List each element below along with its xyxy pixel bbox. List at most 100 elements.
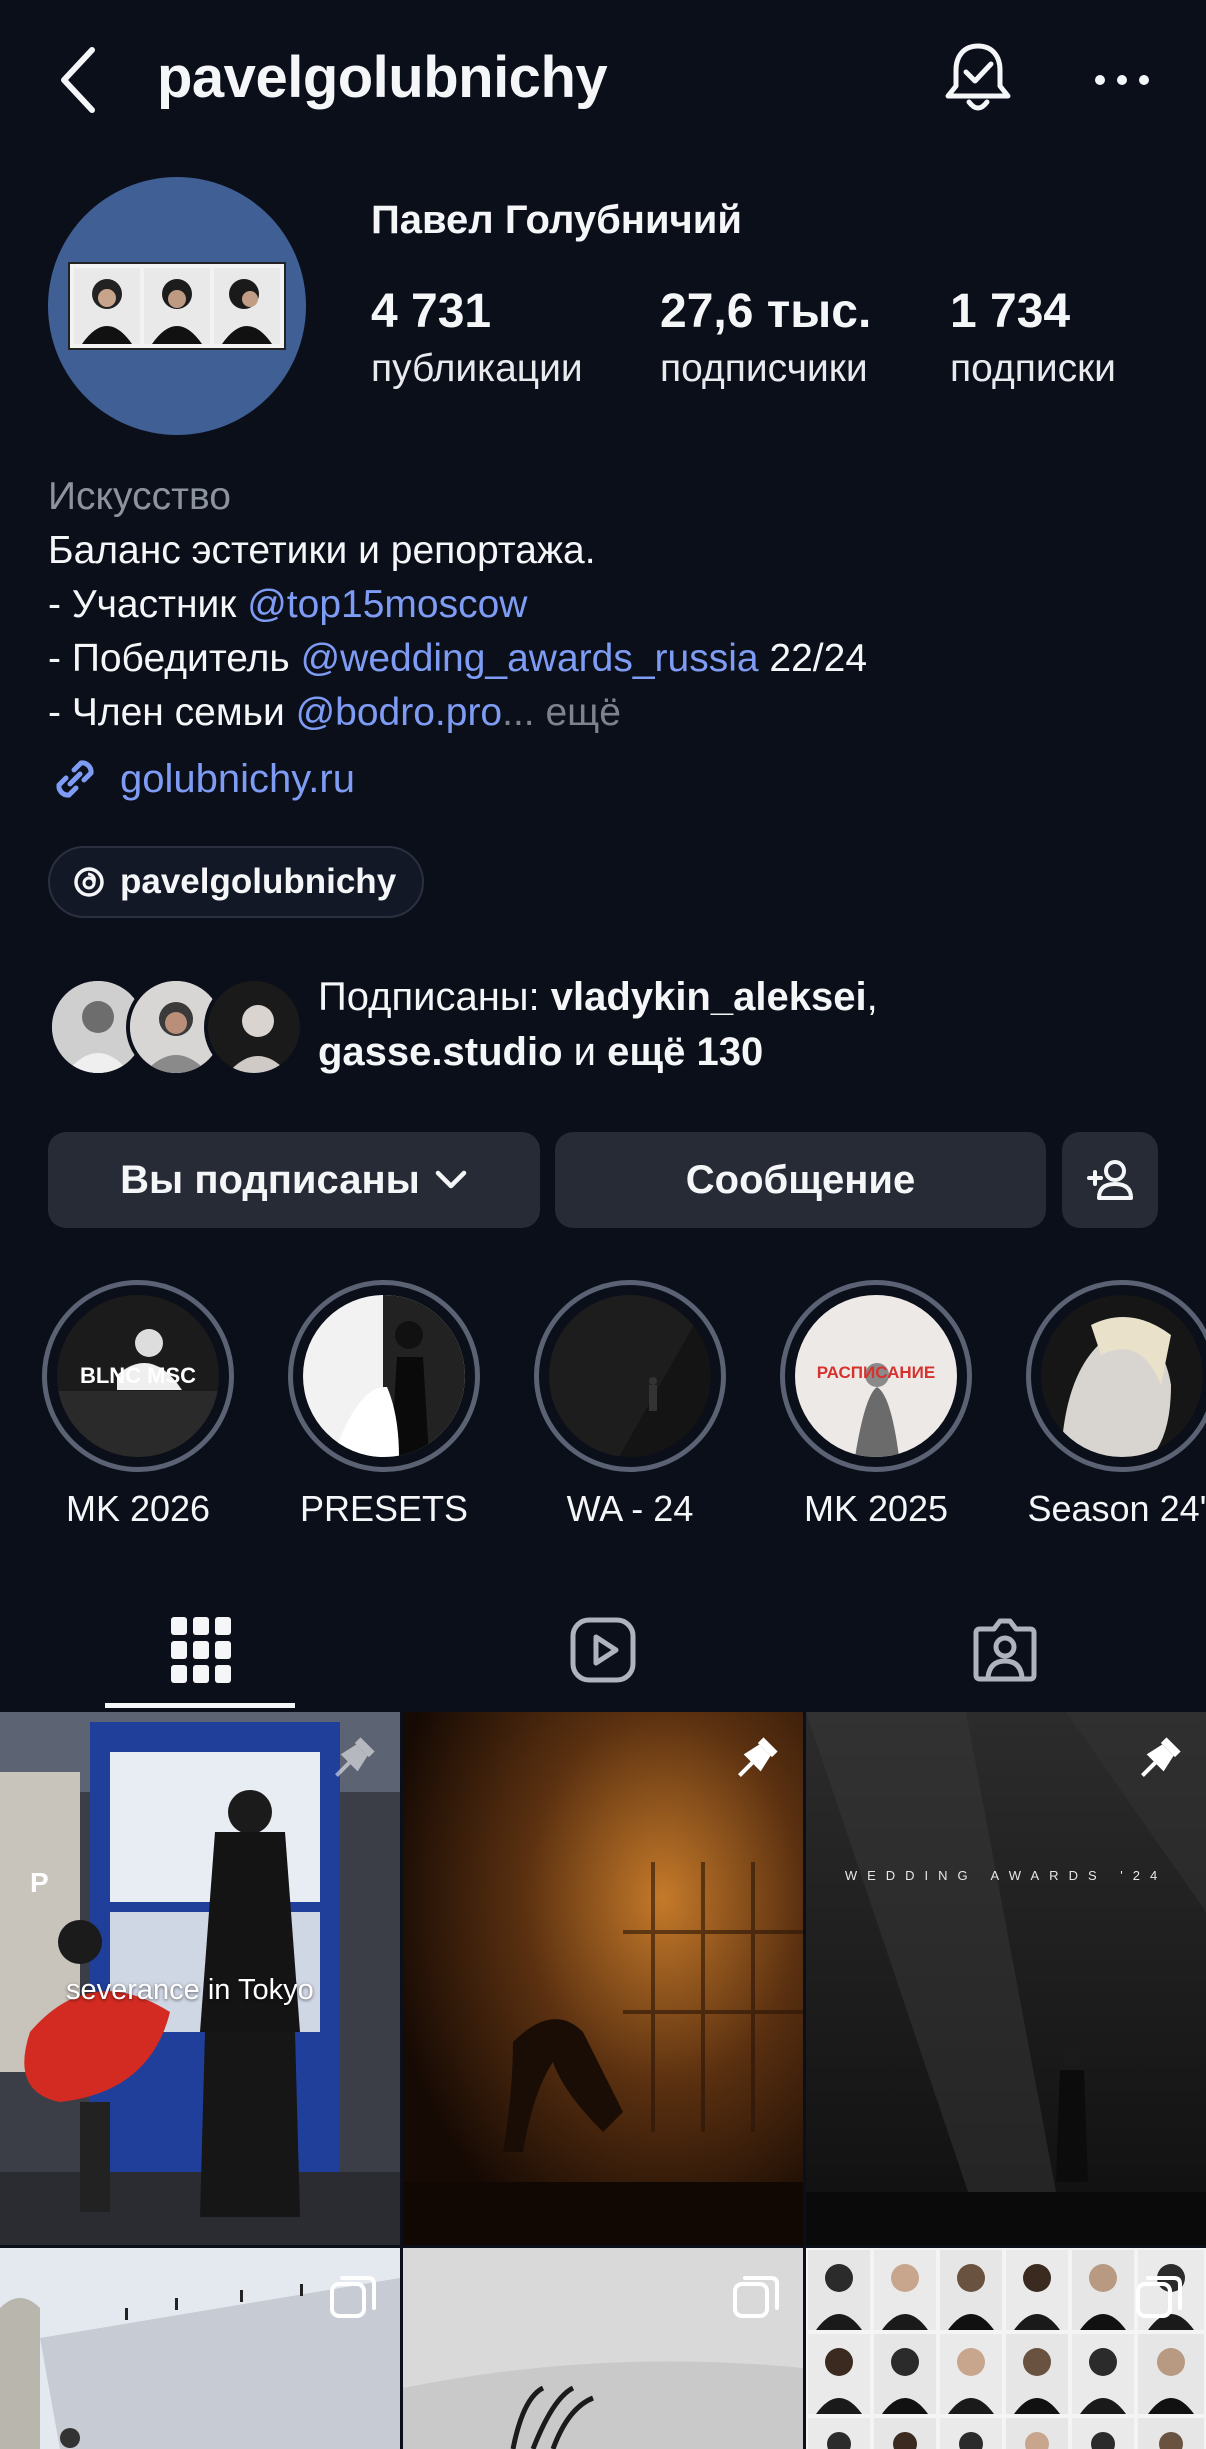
post-caption: severance in Tokyo [66,1974,314,2006]
mention-link[interactable]: @wedding_awards_russia [301,637,759,680]
highlight-ring [288,1280,480,1472]
stat-label: подписчики [660,347,868,390]
multiple-photos-icon [1134,2272,1184,2327]
threads-badge[interactable]: pavelgolubnichy [48,846,425,918]
highlight-cover [1041,1295,1203,1457]
bio-text: - Участник [48,583,248,626]
add-person-icon [1087,1160,1133,1200]
bell-check-icon [945,43,1011,111]
avatar [204,977,304,1077]
stat-label: подписки [950,347,1116,390]
chevron-down-icon [435,1170,467,1189]
stat-value: 27,6 тыс. [660,285,872,338]
highlight-label: MK 2025 [803,1488,949,1529]
separator: , [866,975,878,1019]
highlight-badge: РАСПИСАНИЕ [816,1363,936,1382]
highlight-ring [534,1280,726,1472]
highlight-cover: BLNC MSC [57,1295,219,1457]
post-thumbnail[interactable] [403,2248,803,2449]
post-thumbnail[interactable] [0,2248,400,2449]
multiple-photos-icon [328,2272,378,2327]
multiple-photos-icon [731,2272,781,2327]
pin-icon [1132,1734,1184,1791]
reels-play-icon [570,1617,636,1683]
highlight-badge: BLNC MSC [79,1363,197,1388]
mention-link[interactable]: @top15moscow [247,583,527,626]
stat-label: публикации [371,347,583,390]
stat-value: 4 731 [371,285,492,338]
svg-text:P: P [30,1867,49,1898]
bio-more-button[interactable]: ... ещё [502,691,621,734]
highlight-item[interactable]: WA - 24 [530,1280,730,1530]
profile-bio: Искусство Баланс эстетики и репортажа. -… [48,470,1168,740]
profile-tabs [0,1590,1206,1710]
highlight-ring: РАСПИСАНИЕ [780,1280,972,1472]
chevron-left-icon [61,47,95,113]
ellipsis-icon [1095,75,1149,85]
profile-full-name: Павел Голубничий [371,198,742,242]
suggest-users-button[interactable] [1062,1132,1158,1228]
mention-link[interactable]: @bodro.pro [296,691,503,734]
post-thumbnail[interactable] [806,2248,1206,2449]
bio-text: - Победитель [48,637,301,680]
pin-icon [326,1734,378,1791]
profile-avatar[interactable] [48,177,306,435]
following-button[interactable]: Вы подписаны [48,1132,540,1228]
tab-reels[interactable] [402,1590,804,1710]
website-url: golubnichy.ru [120,756,355,801]
highlight-item[interactable]: PRESETS [284,1280,484,1530]
grid-icon [171,1617,231,1683]
followed-prefix: Подписаны: [318,975,551,1019]
more-options-button[interactable] [1090,55,1154,105]
tab-tagged[interactable] [804,1590,1206,1710]
website-link[interactable]: golubnichy.ru [48,752,355,806]
pin-icon [729,1734,781,1791]
bio-line: - Участник @top15moscow [48,578,1168,632]
notifications-button[interactable] [942,38,1014,118]
active-tab-indicator [105,1703,295,1708]
following-label: Вы подписаны [120,1157,420,1202]
highlight-cover [303,1295,465,1457]
post-thumbnail[interactable]: WEDDING AWARDS '24 [806,1712,1206,2245]
mutual-followers-avatars[interactable] [48,977,304,1077]
bio-text: 22/24 [758,637,868,680]
top-bar: pavelgolubnichy [0,0,1206,160]
post-thumbnail[interactable] [403,1712,803,2245]
follower-username: vladykin_aleksei [550,975,867,1019]
highlight-label: Season 24'. [1027,1488,1206,1529]
bio-line: - Член семьи @bodro.pro... ещё [48,686,1168,740]
stat-followers[interactable]: 27,6 тыс. подписчики [660,282,871,396]
highlight-label: WA - 24 [566,1488,694,1529]
followed-mid: и [562,1030,608,1074]
bio-line: - Победитель @wedding_awards_russia 22/2… [48,632,1168,686]
post-caption: WEDDING AWARDS '24 [845,1868,1167,1883]
highlight-label: MK 2026 [65,1488,211,1529]
message-label: Сообщение [685,1157,916,1202]
avatar-photo [68,262,286,350]
link-icon [56,760,94,798]
highlight-cover [549,1295,711,1457]
bio-line: Баланс эстетики и репортажа. [48,529,596,572]
message-button[interactable]: Сообщение [555,1132,1046,1228]
highlight-item[interactable]: РАСПИСАНИЕ MK 2025 [776,1280,976,1530]
follower-username: gasse.studio [318,1030,563,1074]
highlight-item[interactable]: BLNC MSC MK 2026 [38,1280,238,1530]
highlight-cover: РАСПИСАНИЕ [795,1295,957,1457]
mutual-followers-text[interactable]: Подписаны: vladykin_aleksei, gasse.studi… [318,970,1158,1080]
back-button[interactable] [58,40,108,120]
followed-more: ещё 130 [607,1030,764,1074]
post-thumbnail[interactable]: P severance in Tokyo [0,1712,400,2245]
stat-following[interactable]: 1 734 подписки [950,282,1116,396]
threads-handle: pavelgolubnichy [120,862,397,901]
stat-value: 1 734 [950,285,1071,338]
bio-text: - Член семьи [48,691,296,734]
profile-page: { "header": { "username": "pavelgolubnic… [0,0,1206,2449]
highlight-label: PRESETS [299,1488,469,1529]
highlight-item[interactable]: Season 24'. [1022,1280,1206,1530]
stat-posts[interactable]: 4 731 публикации [371,282,583,396]
profile-username: pavelgolubnichy [157,45,608,110]
tagged-person-icon [973,1618,1037,1682]
highlight-ring [1026,1280,1206,1472]
threads-icon [74,867,104,897]
tab-posts[interactable] [0,1590,402,1710]
